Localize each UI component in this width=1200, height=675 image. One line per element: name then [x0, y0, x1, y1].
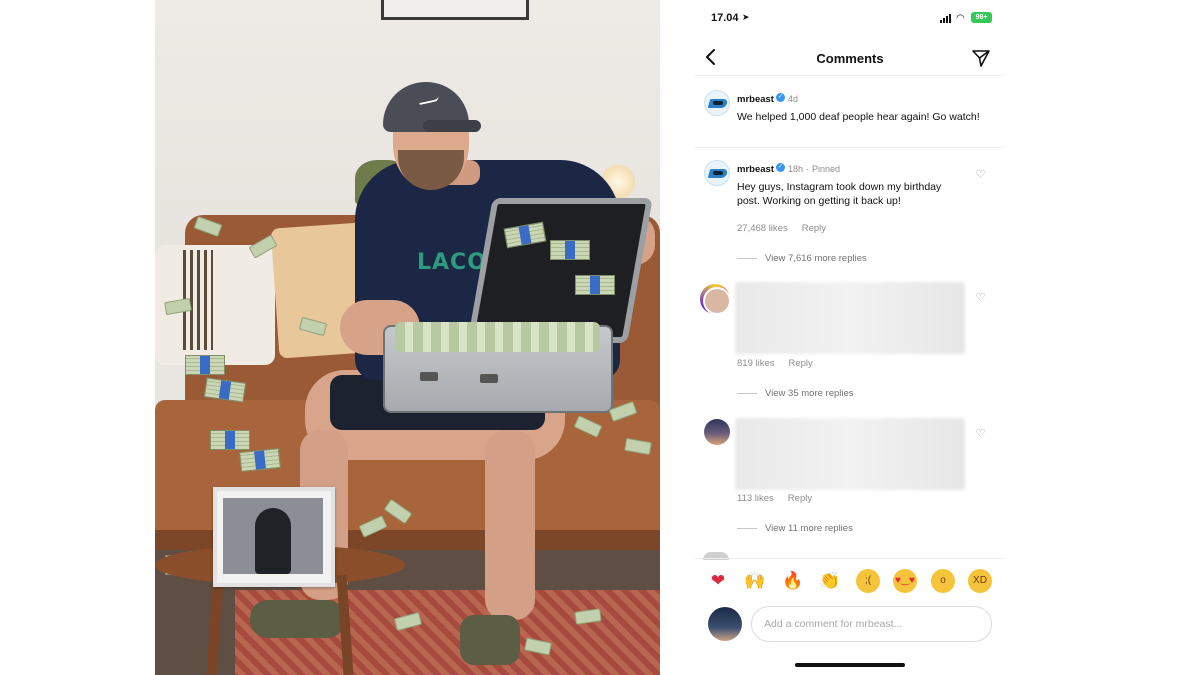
- heart-eyes-emoji-icon[interactable]: ♥‿♥: [893, 569, 917, 593]
- battery-indicator: 98+: [971, 12, 992, 23]
- comment-input[interactable]: [751, 606, 992, 642]
- pinned-label: Pinned: [812, 164, 841, 174]
- surprised-face-emoji-icon[interactable]: o: [931, 569, 955, 593]
- verified-badge-icon: ✓: [775, 163, 785, 173]
- comment-actions: 819 likes Reply: [737, 358, 813, 369]
- like-heart-icon[interactable]: ♡: [975, 429, 986, 440]
- comment-header-line: mrbeast ✓ 18h · Pinned: [737, 159, 965, 177]
- home-indicator[interactable]: [795, 663, 905, 667]
- photo-briefcase-money: [395, 322, 600, 352]
- comment-username[interactable]: mrbeast: [737, 164, 774, 175]
- clapping-hands-emoji-icon[interactable]: 👏: [818, 569, 842, 593]
- comment-composer: [695, 604, 1005, 648]
- share-send-icon[interactable]: [971, 48, 991, 68]
- comments-screen: 17.04 ➤ ◠ 98+ Comments mrbeast ✓ 4d We hel…: [695, 0, 1005, 675]
- caption-time: 4d: [787, 94, 798, 104]
- photo-cap-brim: [423, 120, 481, 132]
- current-user-avatar: [708, 607, 742, 641]
- caption-username[interactable]: mrbeast: [737, 94, 774, 105]
- reply-button[interactable]: Reply: [802, 223, 826, 234]
- photo-left-slide: [250, 600, 345, 638]
- photo-briefcase-latch: [480, 374, 498, 383]
- comment-separator: ·: [806, 164, 809, 174]
- photo-money-stack: [575, 275, 615, 295]
- photo-money-stack: [210, 430, 250, 450]
- post-caption: mrbeast ✓ 4d We helped 1,000 deaf people h…: [695, 80, 1005, 148]
- photo-money-stack: [239, 447, 281, 473]
- status-time: 17.04: [711, 12, 739, 24]
- view-replies-link[interactable]: View 35 more replies: [737, 388, 854, 399]
- crying-face-emoji-icon[interactable]: ;(: [856, 569, 880, 593]
- raising-hands-emoji-icon[interactable]: 🙌: [743, 569, 767, 593]
- mrbeast-avatar[interactable]: [704, 90, 730, 116]
- comment-body: mrbeast ✓ 18h · Pinned Hey guys, Instagram t…: [737, 159, 965, 208]
- comment-likes[interactable]: 113 likes: [737, 493, 774, 504]
- comment-likes[interactable]: 819 likes: [737, 358, 775, 369]
- comment-actions: 113 likes Reply: [737, 493, 812, 504]
- comment-time: 18h: [787, 164, 803, 174]
- view-replies-link[interactable]: View 7,616 more replies: [737, 253, 867, 264]
- commenter-avatar[interactable]: [704, 419, 730, 445]
- commenter-avatar[interactable]: [700, 284, 731, 315]
- photo-person-right-leg: [485, 430, 535, 620]
- caption-header-line: mrbeast ✓ 4d: [737, 89, 992, 107]
- comment-text: Hey guys, Instagram took down my birthda…: [737, 181, 942, 207]
- laughing-face-emoji-icon[interactable]: XD: [968, 569, 992, 593]
- photo-money-stack: [185, 355, 225, 375]
- like-heart-icon[interactable]: ♡: [975, 170, 986, 181]
- comments-header: Comments: [695, 42, 1005, 76]
- caption-body: mrbeast ✓ 4d We helped 1,000 deaf people h…: [737, 89, 992, 124]
- photo-briefcase-latch: [420, 372, 438, 381]
- fire-emoji-icon[interactable]: 🔥: [781, 569, 805, 593]
- blurred-comment-content: [735, 418, 965, 490]
- heart-emoji-icon[interactable]: ❤: [706, 569, 730, 593]
- reply-button[interactable]: Reply: [789, 358, 813, 369]
- page-title: Comments: [816, 51, 884, 66]
- reply-button[interactable]: Reply: [788, 493, 812, 504]
- post-photo: LACOS: [155, 0, 660, 675]
- photo-wall-frame: [381, 0, 529, 20]
- verified-badge-icon: ✓: [775, 93, 785, 103]
- status-bar: 17.04 ➤ ◠ 98+: [695, 0, 1005, 36]
- like-heart-icon[interactable]: ♡: [975, 293, 986, 304]
- photo-money-stack: [550, 240, 590, 260]
- comment-actions: 27,468 likes Reply: [737, 223, 826, 234]
- photo-picture-frame-person: [255, 508, 291, 574]
- comment-likes[interactable]: 27,468 likes: [737, 223, 788, 234]
- caption-text: We helped 1,000 deaf people hear again! …: [737, 111, 980, 123]
- emoji-reaction-bar: ❤ 🙌 🔥 👏 ;( ♥‿♥ o XD: [695, 558, 1005, 602]
- photo-right-slide: [460, 615, 520, 665]
- commenter-avatar[interactable]: [704, 160, 730, 186]
- view-replies-link[interactable]: View 11 more replies: [737, 523, 853, 534]
- cellular-signal-icon: [940, 14, 954, 23]
- blurred-comment-content: [735, 282, 965, 354]
- wifi-icon: ◠: [956, 13, 965, 24]
- location-arrow-icon: ➤: [742, 12, 750, 22]
